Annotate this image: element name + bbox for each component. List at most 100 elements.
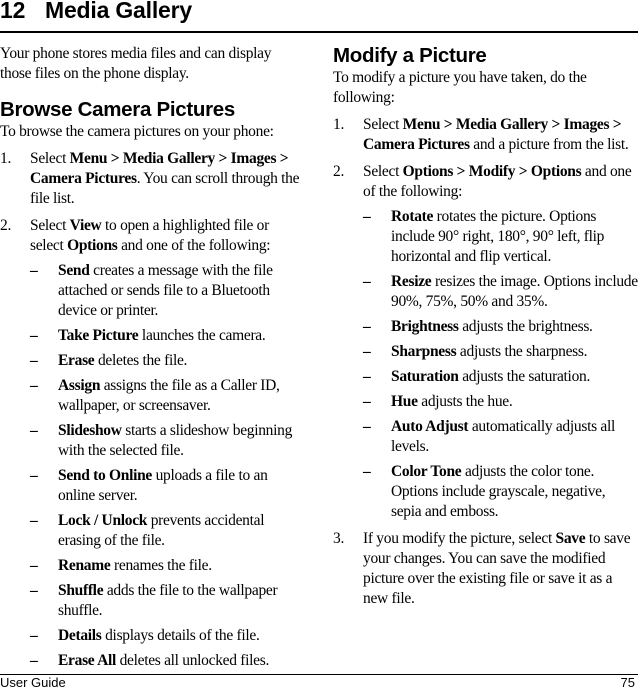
option-name: Send to Online <box>58 467 152 484</box>
option-desc: deletes all unlocked files. <box>116 652 270 669</box>
chapter-title: 12 Media Gallery <box>0 0 192 24</box>
option-details: – Details displays details of the file. <box>30 626 305 646</box>
browse-lead: To browse the camera pictures on your ph… <box>0 123 274 140</box>
save-label: Save <box>555 530 586 547</box>
option-name: Send <box>58 262 90 279</box>
option-assign: – Assign assigns the file as a Caller ID,… <box>30 376 305 416</box>
option-desc: adjusts the saturation. <box>458 368 591 385</box>
step-number: 2. <box>0 217 12 234</box>
option-name: Auto Adjust <box>391 418 469 435</box>
chapter-number: 12 <box>0 0 26 23</box>
dash-bullet: – <box>30 262 38 279</box>
step-text: Select <box>363 116 403 133</box>
dash-bullet: – <box>363 208 371 225</box>
dash-bullet: – <box>30 327 38 344</box>
option-resize: – Resize resizes the image. Options inclu… <box>363 272 638 312</box>
dash-bullet: – <box>363 463 371 480</box>
dash-bullet: – <box>363 273 371 290</box>
modify-lead: To modify a picture you have taken, do t… <box>333 69 587 106</box>
right-column: Modify a Picture To modify a picture you… <box>333 44 638 609</box>
option-send: – Send creates a message with the file at… <box>30 261 305 321</box>
modify-step-1: 1. Select Menu > Media Gallery > Images … <box>333 115 638 155</box>
option-send-to-online: – Send to Online uploads a file to an onl… <box>30 466 305 506</box>
option-name: Take Picture <box>58 327 139 344</box>
section-heading-browse: Browse Camera Pictures <box>0 98 235 121</box>
step-number: 2. <box>333 163 345 180</box>
browse-options-list: – Send creates a message with the file at… <box>30 261 305 671</box>
option-desc: adjusts the hue. <box>417 393 513 410</box>
footer-rule <box>0 674 638 675</box>
option-name: Resize <box>391 273 432 290</box>
options-label: Options <box>67 237 118 254</box>
dash-bullet: – <box>30 512 38 529</box>
option-erase: – Erase deletes the file. <box>30 351 305 371</box>
option-auto-adjust: – Auto Adjust automatically adjusts all l… <box>363 417 638 457</box>
step-text: and one of the following: <box>117 237 271 254</box>
option-name: Shuffle <box>58 582 104 599</box>
modify-step-2: 2. Select Options > Modify > Options and… <box>333 162 638 522</box>
option-desc: adjusts the sharpness. <box>456 343 588 360</box>
step-text: If you modify the picture, select <box>363 530 556 547</box>
view-label: View <box>69 217 102 234</box>
step-text: and a picture from the list. <box>469 136 629 153</box>
dash-bullet: – <box>363 418 371 435</box>
dash-bullet: – <box>30 467 38 484</box>
dash-bullet: – <box>363 343 371 360</box>
option-hue: – Hue adjusts the hue. <box>363 392 638 412</box>
browse-step-2: 2. Select View to open a highlighted fil… <box>0 216 305 671</box>
dash-bullet: – <box>363 318 371 335</box>
left-column: Your phone stores media files and can di… <box>0 44 305 671</box>
option-desc: renames the file. <box>110 557 212 574</box>
dash-bullet: – <box>363 393 371 410</box>
step-text: Select <box>363 163 403 180</box>
dash-bullet: – <box>30 582 38 599</box>
option-slideshow: – Slideshow starts a slideshow beginning … <box>30 421 305 461</box>
option-name: Rotate <box>391 208 434 225</box>
option-name: Erase All <box>58 652 117 669</box>
option-name: Lock / Unlock <box>58 512 148 529</box>
dash-bullet: – <box>30 377 38 394</box>
option-brightness: – Brightness adjusts the brightness. <box>363 317 638 337</box>
option-name: Rename <box>58 557 111 574</box>
step-text: Select <box>30 217 70 234</box>
menu-path: Options > Modify > Options <box>402 163 582 180</box>
option-sharpness: – Sharpness adjusts the sharpness. <box>363 342 638 362</box>
option-take-picture: – Take Picture launches the camera. <box>30 326 305 346</box>
option-desc: launches the camera. <box>138 327 266 344</box>
option-name: Slideshow <box>58 422 122 439</box>
option-name: Saturation <box>391 368 459 385</box>
option-lock-unlock: – Lock / Unlock prevents accidental erasi… <box>30 511 305 551</box>
step-number: 1. <box>0 150 12 167</box>
option-shuffle: – Shuffle adds the file to the wallpaper … <box>30 581 305 621</box>
footer-guide-title: User Guide <box>0 675 66 690</box>
dash-bullet: – <box>30 627 38 644</box>
option-name: Hue <box>391 393 418 410</box>
modify-step-3: 3. If you modify the picture, select Sav… <box>333 529 638 609</box>
option-name: Erase <box>58 352 95 369</box>
dash-bullet: – <box>30 352 38 369</box>
option-name: Brightness <box>391 318 459 335</box>
option-color-tone: – Color Tone adjusts the color tone. Opti… <box>363 462 638 522</box>
page-number: 75 <box>620 675 635 690</box>
option-name: Sharpness <box>391 343 457 360</box>
option-desc: displays details of the file. <box>101 627 260 644</box>
dash-bullet: – <box>363 368 371 385</box>
option-desc: deletes the file. <box>94 352 188 369</box>
modify-options-list: – Rotate rotates the picture. Options inc… <box>363 207 638 522</box>
option-desc: adjusts the brightness. <box>458 318 593 335</box>
intro-paragraph: Your phone stores media files and can di… <box>0 45 272 82</box>
step-number: 1. <box>333 116 345 133</box>
option-desc: creates a message with the file attached… <box>58 262 273 319</box>
option-name: Color Tone <box>391 463 462 480</box>
dash-bullet: – <box>30 422 38 439</box>
option-saturation: – Saturation adjusts the saturation. <box>363 367 638 387</box>
dash-bullet: – <box>30 652 38 669</box>
chapter-title-text: Media Gallery <box>45 0 192 23</box>
browse-step-1: 1. Select Menu > Media Gallery > Images … <box>0 149 305 209</box>
option-rotate: – Rotate rotates the picture. Options inc… <box>363 207 638 267</box>
option-name: Details <box>58 627 102 644</box>
header-rule <box>0 31 638 33</box>
step-number: 3. <box>333 530 345 547</box>
option-name: Assign <box>58 377 101 394</box>
step-text: Select <box>30 150 70 167</box>
